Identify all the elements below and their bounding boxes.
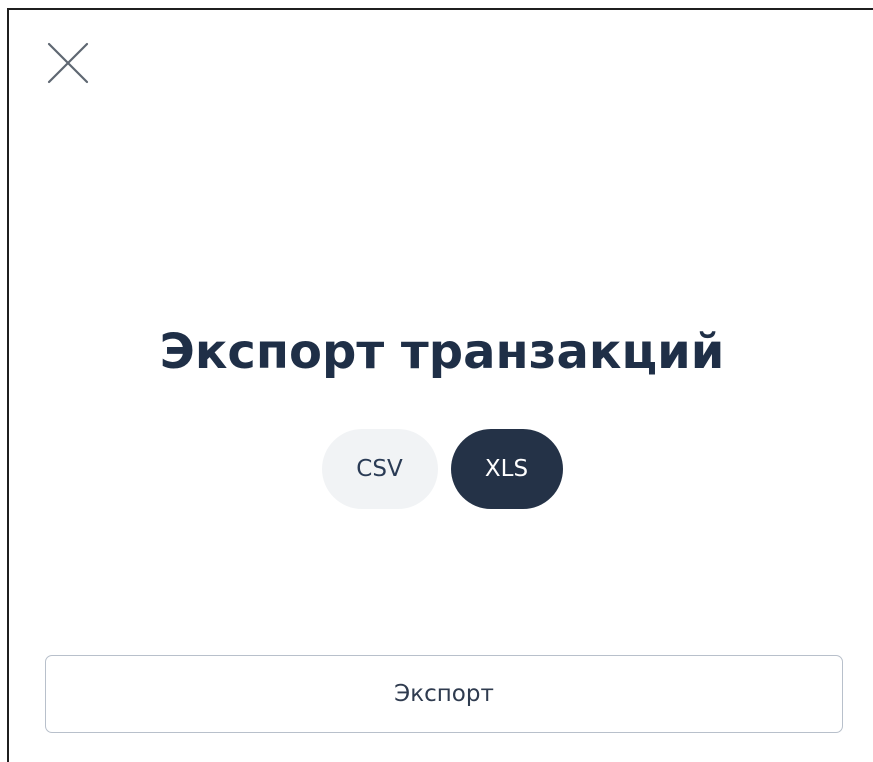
close-button[interactable] bbox=[45, 40, 91, 86]
dialog-title: Экспорт транзакций bbox=[159, 324, 725, 380]
format-option-csv[interactable]: CSV bbox=[321, 429, 438, 509]
close-icon bbox=[47, 42, 89, 84]
format-selector: CSV XLS bbox=[9, 429, 873, 509]
export-transactions-dialog: Экспорт транзакций CSV XLS Экспорт bbox=[7, 8, 873, 762]
export-button[interactable]: Экспорт bbox=[45, 655, 843, 733]
format-option-xls[interactable]: XLS bbox=[450, 429, 563, 509]
